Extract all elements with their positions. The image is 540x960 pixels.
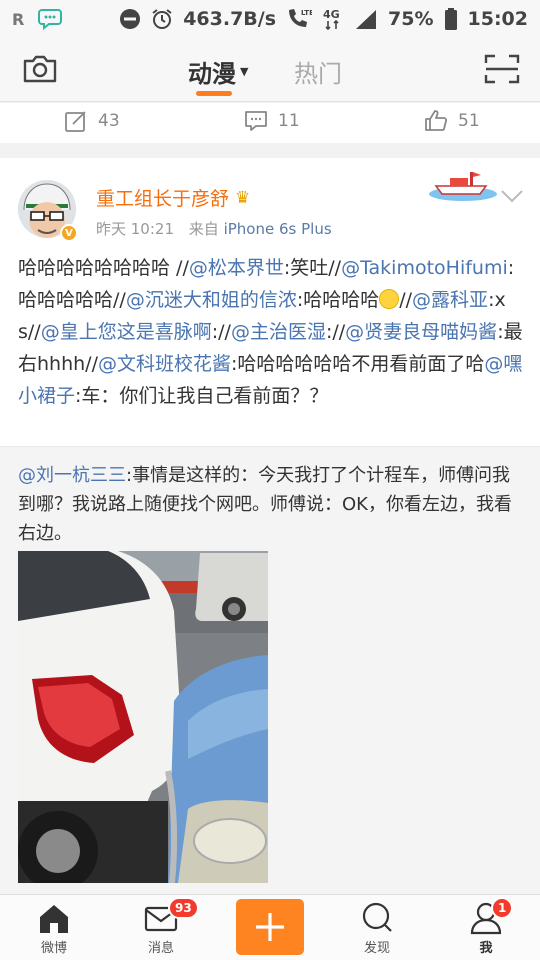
active-tab-indicator bbox=[196, 91, 232, 96]
caret-down-icon: ▼ bbox=[240, 65, 249, 78]
verified-badge-icon: V bbox=[60, 224, 78, 242]
user-mention[interactable]: @露科亚 bbox=[412, 289, 488, 311]
top-navigation: 动漫 ▼ 热门 bbox=[0, 38, 540, 102]
battery-icon bbox=[444, 7, 458, 31]
user-mention[interactable]: @主治医湿 bbox=[231, 321, 326, 343]
post-text-segment: :哈哈哈哈哈哈不用看前面了哈 bbox=[231, 353, 485, 375]
post-text-segment: 哈哈哈哈哈哈哈哈 // bbox=[18, 257, 189, 279]
search-icon bbox=[362, 902, 392, 932]
repost-icon bbox=[65, 111, 86, 132]
repost-button[interactable]: 43 bbox=[64, 109, 120, 133]
chat-notification-icon bbox=[38, 7, 64, 31]
tab-weibo-label: 微博 bbox=[40, 941, 67, 956]
post-meta: 昨天 10:21 来自 iPhone 6s Plus bbox=[96, 218, 332, 239]
weibo-post: V 重工组长于彦舒 ♛ 昨天 10:21 来自 iPhone 6s Plus 哈… bbox=[0, 158, 540, 446]
lte-call-icon: LTE bbox=[286, 7, 312, 31]
post-body: 哈哈哈哈哈哈哈哈 //@松本界世:笑吐//@TakimotoHifumi :哈哈哈… bbox=[18, 252, 524, 412]
comment-button[interactable]: 11 bbox=[244, 109, 300, 133]
like-button[interactable]: 51 bbox=[424, 109, 480, 133]
user-mention[interactable]: @TakimotoHifumi bbox=[341, 257, 508, 279]
me-badge: 1 bbox=[491, 897, 514, 919]
network-type-icon: 4G bbox=[322, 7, 344, 31]
laugh-cry-emoji-icon bbox=[379, 289, 400, 309]
post-source[interactable]: iPhone 6s Plus bbox=[224, 220, 332, 238]
network-speed: 463.7B/s bbox=[183, 8, 277, 30]
retweet-text: @刘一杭三三:事情是这样的：今天我打了个计程车，师傅问我到哪？我说路上随便找个网… bbox=[18, 461, 524, 548]
post-author[interactable]: 重工组长于彦舒 ♛ bbox=[96, 184, 250, 211]
tab-anime[interactable]: 动漫 ▼ bbox=[188, 54, 248, 89]
tab-messages-label: 消息 bbox=[147, 941, 174, 956]
home-icon bbox=[40, 905, 68, 933]
camera-icon[interactable] bbox=[22, 54, 58, 84]
post-text-segment: :// bbox=[325, 321, 346, 343]
clock: 15:02 bbox=[467, 8, 528, 30]
repost-count: 43 bbox=[98, 111, 120, 131]
svg-text:LTE: LTE bbox=[301, 9, 312, 17]
do-not-disturb-icon bbox=[119, 8, 141, 30]
like-count: 51 bbox=[458, 111, 480, 131]
bottom-tab-bar: 微博 消息 93 发现 我 1 bbox=[0, 894, 540, 960]
post-time: 昨天 10:21 bbox=[96, 220, 174, 238]
post-text-segment: :哈哈哈哈 bbox=[296, 289, 380, 311]
retweet-author-mention[interactable]: @刘一杭三三 bbox=[18, 465, 126, 486]
tab-discover[interactable]: 发现 bbox=[342, 901, 412, 956]
post-text-segment: :车：你们让我自己看前面？？ bbox=[75, 385, 329, 407]
retweet-photo[interactable] bbox=[18, 551, 268, 883]
post-text-segment: :笑吐// bbox=[283, 257, 342, 279]
tab-messages[interactable]: 消息 93 bbox=[126, 897, 199, 956]
tab-me-label: 我 bbox=[479, 941, 493, 956]
tab-discover-label: 发现 bbox=[363, 941, 390, 956]
compose-button[interactable] bbox=[236, 899, 304, 955]
plus-icon bbox=[256, 913, 284, 941]
crown-icon: ♛ bbox=[235, 187, 251, 208]
user-mention[interactable]: @松本界世 bbox=[189, 257, 284, 279]
tab-weibo[interactable]: 微博 bbox=[19, 901, 89, 956]
user-mention[interactable]: @贤妻良母喵妈酱 bbox=[345, 321, 497, 343]
tab-me[interactable]: 我 1 bbox=[451, 897, 521, 956]
chevron-down-icon[interactable] bbox=[500, 188, 524, 203]
previous-post-actions: 43 11 51 bbox=[0, 103, 540, 143]
username: 重工组长于彦舒 bbox=[96, 188, 230, 210]
thumbs-up-icon bbox=[425, 110, 448, 131]
comment-icon bbox=[245, 111, 267, 131]
alarm-icon bbox=[151, 8, 173, 30]
svg-text:4G: 4G bbox=[323, 8, 340, 21]
post-text-segment: // bbox=[399, 289, 413, 311]
status-bar: R 463.7B/s LTE 4G 75% 15:02 bbox=[0, 0, 540, 38]
user-mention[interactable]: @沉迷大和姐的信浓 bbox=[126, 289, 297, 311]
scan-icon[interactable] bbox=[484, 54, 520, 84]
source-prefix: 来自 bbox=[188, 220, 219, 238]
carrier-indicator: R bbox=[12, 9, 25, 29]
comment-count: 11 bbox=[278, 111, 300, 131]
signal-icon bbox=[354, 8, 378, 30]
user-mention[interactable]: @文科班校花酱 bbox=[98, 353, 231, 375]
battery-percent: 75% bbox=[388, 8, 434, 30]
tab-anime-label: 动漫 bbox=[188, 60, 236, 88]
user-mention[interactable]: @皇上您这是喜脉啊 bbox=[41, 321, 212, 343]
retweeted-post[interactable]: @刘一杭三三:事情是这样的：今天我打了个计程车，师傅问我到哪？我说路上随便找个网… bbox=[0, 446, 540, 894]
tab-hot[interactable]: 热门 bbox=[294, 54, 342, 89]
ship-decoration-icon bbox=[428, 166, 498, 202]
messages-badge: 93 bbox=[168, 897, 199, 919]
post-text-segment: :// bbox=[211, 321, 231, 343]
